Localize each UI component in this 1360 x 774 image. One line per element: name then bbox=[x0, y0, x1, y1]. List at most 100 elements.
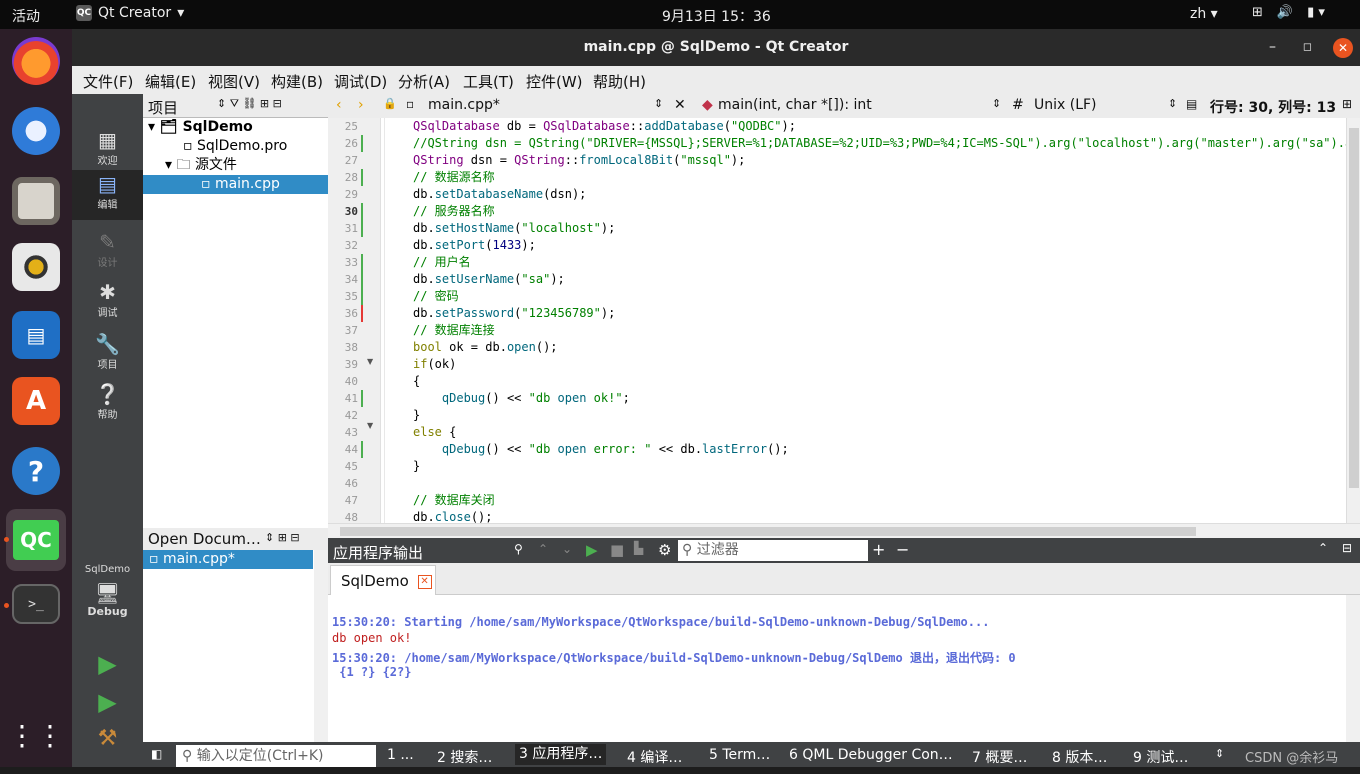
mode-welcome[interactable]: ▦ 欢迎 bbox=[72, 126, 143, 174]
mode-label: 编辑 bbox=[97, 200, 118, 211]
writer-icon[interactable]: ▤ bbox=[12, 311, 60, 359]
open-document-item[interactable]: ▫ main.cpp* bbox=[143, 550, 313, 569]
panel-toolbar[interactable]: ⇕ ⛛ ⛓ ⊞ ⊟ bbox=[217, 97, 282, 111]
mode-label: 欢迎 bbox=[97, 156, 118, 167]
scrollbar-thumb[interactable] bbox=[1349, 128, 1359, 488]
attach-icon[interactable]: ⚲ bbox=[514, 542, 523, 556]
mode-edit[interactable]: ▤ 编辑 bbox=[72, 170, 143, 220]
down-icon[interactable]: ⌄ bbox=[562, 542, 572, 556]
document-selector[interactable]: main.cpp* bbox=[428, 97, 500, 113]
pane-version-control[interactable]: 8 版本… bbox=[1052, 747, 1107, 767]
chevron-updown-icon[interactable]: ⇕ bbox=[1215, 747, 1224, 760]
tree-main-cpp[interactable]: ▫ main.cpp bbox=[143, 175, 328, 194]
play-icon: ▶ bbox=[98, 650, 117, 678]
menu-edit[interactable]: 编辑(E) bbox=[145, 71, 196, 92]
maximize-pane-icon[interactable]: ⌃ bbox=[1318, 541, 1328, 555]
close-pane-icon[interactable]: ⊟ bbox=[1342, 541, 1352, 555]
menu-tools[interactable]: 工具(T) bbox=[463, 71, 514, 92]
thunderbird-icon[interactable] bbox=[12, 107, 60, 155]
menu-debug[interactable]: 调试(D) bbox=[334, 71, 387, 92]
close-document-icon[interactable]: ✕ bbox=[674, 97, 686, 113]
pane-compile[interactable]: 4 编译… bbox=[627, 747, 682, 767]
kit-selector[interactable]: SqlDemo 🖥 Debug bbox=[72, 564, 143, 634]
clock[interactable]: 9月13日 15：36 bbox=[662, 6, 771, 26]
terminal-icon[interactable]: >_ bbox=[12, 584, 60, 624]
activities-button[interactable]: 活动 bbox=[12, 6, 40, 26]
zoom-in-button[interactable]: + bbox=[872, 540, 885, 559]
split-icon[interactable]: ⊞ bbox=[1342, 97, 1352, 111]
panel-title[interactable]: 项目 bbox=[148, 97, 178, 118]
pane-qml-debugger[interactable]: 6 QML Debugger Con… bbox=[789, 747, 953, 763]
outline-icon[interactable]: ▤ bbox=[1186, 97, 1197, 111]
nav-forward-icon[interactable]: › bbox=[358, 97, 364, 113]
output-scrollbar[interactable] bbox=[1346, 595, 1360, 742]
input-method-indicator[interactable]: zh ▾ bbox=[1190, 6, 1218, 22]
minimize-button[interactable]: – bbox=[1269, 29, 1276, 65]
pane-search[interactable]: 2 搜索… bbox=[437, 747, 492, 767]
filter-input[interactable]: ⚲ 过滤器 bbox=[678, 540, 868, 561]
nav-back-icon[interactable]: ‹ bbox=[336, 97, 342, 113]
line-number: 34 bbox=[344, 273, 358, 286]
code-editor[interactable]: 25 26 27 28 29 30 31 32 33 34 35 36 37 38 39 40 41 42 43 44… bbox=[328, 118, 1360, 523]
code-line: qDebug() << "db open error: " << db.last… bbox=[441, 442, 789, 456]
app-menu[interactable]: QC Qt Creator ▾ bbox=[76, 5, 184, 21]
rerun-icon[interactable]: ▶ bbox=[586, 541, 598, 559]
menu-file[interactable]: 文件(F) bbox=[83, 71, 133, 92]
tab-sqldemo[interactable]: SqlDemo ✕ bbox=[330, 565, 436, 595]
clear-icon[interactable]: ▙ bbox=[634, 541, 643, 555]
pane-app-output[interactable]: 3 应用程序… bbox=[515, 744, 607, 765]
editor-horizontal-scrollbar[interactable] bbox=[328, 523, 1360, 538]
menu-help[interactable]: 帮助(H) bbox=[593, 71, 646, 92]
up-icon[interactable]: ⌃ bbox=[538, 542, 548, 556]
close-tab-icon[interactable]: ✕ bbox=[417, 574, 432, 589]
fold-column[interactable]: ▼ ▼ bbox=[363, 118, 381, 523]
tree-project-root[interactable]: ▾ 🗂 SqlDemo bbox=[148, 118, 253, 137]
line-ending-selector[interactable]: Unix (LF) bbox=[1034, 97, 1097, 113]
mode-help[interactable]: ❔ 帮助 bbox=[72, 380, 143, 428]
tree-pro-file[interactable]: ▫ SqlDemo.pro bbox=[183, 137, 287, 156]
tree-sources-folder[interactable]: ▾ 🗀 源文件 bbox=[165, 156, 237, 175]
files-icon[interactable] bbox=[12, 177, 60, 225]
zoom-out-button[interactable]: − bbox=[896, 540, 909, 559]
pane-issues[interactable]: 1 ... bbox=[387, 747, 414, 763]
maximize-button[interactable]: ◻ bbox=[1303, 29, 1312, 65]
gear-icon[interactable]: ⚙ bbox=[658, 541, 671, 559]
pane-terminal[interactable]: 5 Term… bbox=[709, 747, 770, 763]
menu-analyze[interactable]: 分析(A) bbox=[398, 71, 450, 92]
cursor-position[interactable]: 行号: 30, 列号: 13 bbox=[1210, 97, 1336, 117]
application-output[interactable]: 15:30:20: Starting /home/sam/MyWorkspace… bbox=[328, 595, 1346, 742]
rhythmbox-icon[interactable] bbox=[12, 243, 60, 291]
qt-creator-dock-item[interactable]: QC bbox=[6, 509, 66, 571]
scrollbar-thumb[interactable] bbox=[340, 527, 1196, 536]
menu-widgets[interactable]: 控件(W) bbox=[526, 71, 583, 92]
help-icon[interactable]: ? bbox=[12, 447, 60, 495]
locator-input[interactable]: ⚲ 输入以定位(Ctrl+K) bbox=[176, 745, 376, 767]
fold-marker-icon[interactable]: ▼ bbox=[367, 357, 373, 366]
symbol-selector[interactable]: main(int, char *[]): int bbox=[718, 97, 872, 113]
panel-toolbar[interactable]: ⇕ ⊞ ⊟ bbox=[265, 531, 300, 544]
mode-debug[interactable]: ✱ 调试 bbox=[72, 278, 143, 326]
menu-view[interactable]: 视图(V) bbox=[208, 71, 260, 92]
panel-title[interactable]: Open Docum… bbox=[148, 530, 261, 548]
pane-tests[interactable]: 9 测试… bbox=[1133, 747, 1188, 767]
software-center-icon[interactable]: A bbox=[12, 377, 60, 425]
show-applications-icon[interactable]: ⋮⋮ bbox=[8, 711, 64, 759]
scrollbar[interactable] bbox=[314, 550, 328, 742]
toggle-sidebar-icon[interactable]: ◧ bbox=[151, 747, 162, 761]
mode-projects[interactable]: 🔧 项目 bbox=[72, 330, 143, 378]
include-hierarchy-button[interactable]: # bbox=[1012, 97, 1024, 113]
mode-label: 设计 bbox=[97, 258, 118, 269]
pane-general[interactable]: 7 概要… bbox=[972, 747, 1027, 767]
code-line: // 密码 bbox=[413, 289, 459, 303]
tree-label: SqlDemo bbox=[182, 119, 253, 135]
menu-build[interactable]: 构建(B) bbox=[271, 71, 323, 92]
mode-design[interactable]: ✎ 设计 bbox=[72, 228, 143, 276]
stop-icon[interactable]: ■ bbox=[610, 541, 624, 559]
firefox-icon[interactable] bbox=[12, 37, 60, 85]
system-tray[interactable]: ⊞ 🔊 ▮ ▾ bbox=[1252, 5, 1325, 20]
line-number: 32 bbox=[344, 239, 358, 252]
kit-build: Debug bbox=[87, 605, 128, 618]
fold-marker-icon[interactable]: ▼ bbox=[367, 421, 373, 430]
editor-vertical-scrollbar[interactable] bbox=[1346, 118, 1360, 523]
close-button[interactable]: ✕ bbox=[1333, 38, 1353, 58]
